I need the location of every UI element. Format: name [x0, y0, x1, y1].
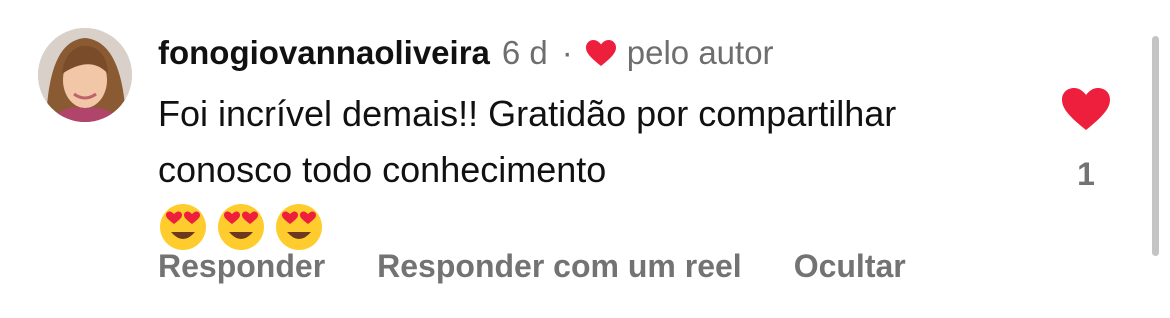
comment-actions: Responder Responder com um reel Ocultar	[158, 248, 958, 285]
comment-header: fonogiovannaoliveira 6 d · pelo autor	[158, 30, 774, 76]
heart-eyes-emoji	[160, 204, 206, 250]
emoji-row	[158, 202, 1018, 252]
avatar-photo	[38, 28, 132, 122]
comment-body: Foi incrível demais!! Gratidão por compa…	[158, 86, 1018, 252]
liked-by-author-label: pelo autor	[626, 34, 774, 71]
scrollbar[interactable]	[1152, 36, 1159, 256]
reply-button[interactable]: Responder	[158, 248, 325, 285]
avatar[interactable]	[38, 28, 132, 122]
heart-eyes-emoji	[276, 204, 322, 250]
like-heart-icon[interactable]	[1060, 86, 1112, 132]
like-count: 1	[1077, 156, 1095, 192]
comment-text: Foi incrível demais!! Gratidão por compa…	[158, 93, 897, 190]
heart-icon	[585, 40, 616, 66]
reply-with-reel-button[interactable]: Responder com um reel	[377, 248, 742, 285]
separator: ·	[561, 34, 573, 71]
username[interactable]: fonogiovannaoliveira	[158, 34, 490, 72]
heart-eyes-emoji	[218, 204, 264, 250]
hide-button[interactable]: Ocultar	[794, 248, 906, 285]
timestamp: 6 d	[501, 34, 548, 71]
